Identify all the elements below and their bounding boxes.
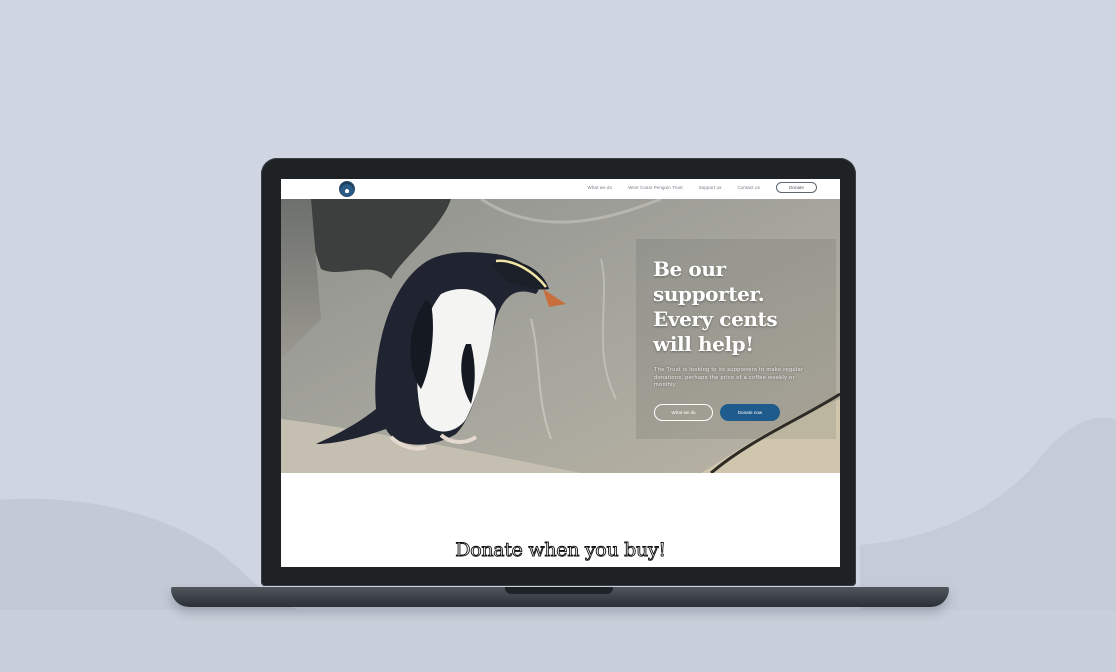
- laptop-notch: [505, 587, 613, 594]
- nav-link-support-us[interactable]: Support us: [699, 185, 722, 190]
- hero-title-line: supporter.: [653, 282, 765, 306]
- nav-link-what-we-do[interactable]: What we do: [588, 185, 613, 190]
- hero-title-line: Every cents: [653, 307, 778, 331]
- nav-link-contact-us[interactable]: Contact us: [738, 185, 761, 190]
- hero-title-line: will help!: [653, 332, 754, 356]
- laptop-screen: What we do West Coast Penguin Trust Supp…: [281, 179, 840, 567]
- hero-section: Be our supporter. Every cents will help!…: [281, 199, 840, 473]
- hero-description: The Trust is looking to its supporters t…: [654, 367, 804, 389]
- main-navigation: What we do West Coast Penguin Trust Supp…: [572, 182, 817, 193]
- hero-title: Be our supporter. Every cents will help!: [653, 257, 823, 357]
- penguin-trust-logo-icon[interactable]: [339, 181, 355, 197]
- hero-title-line: Be our: [653, 257, 726, 281]
- what-we-do-button[interactable]: What we do: [654, 404, 713, 421]
- nav-link-west-coast-penguin-trust[interactable]: West Coast Penguin Trust: [628, 185, 683, 190]
- site-header: What we do West Coast Penguin Trust Supp…: [281, 179, 840, 199]
- nav-donate-button[interactable]: Donate: [776, 182, 817, 193]
- donate-now-button[interactable]: Donate now: [720, 404, 780, 421]
- section-title: Donate when you buy!: [455, 539, 667, 562]
